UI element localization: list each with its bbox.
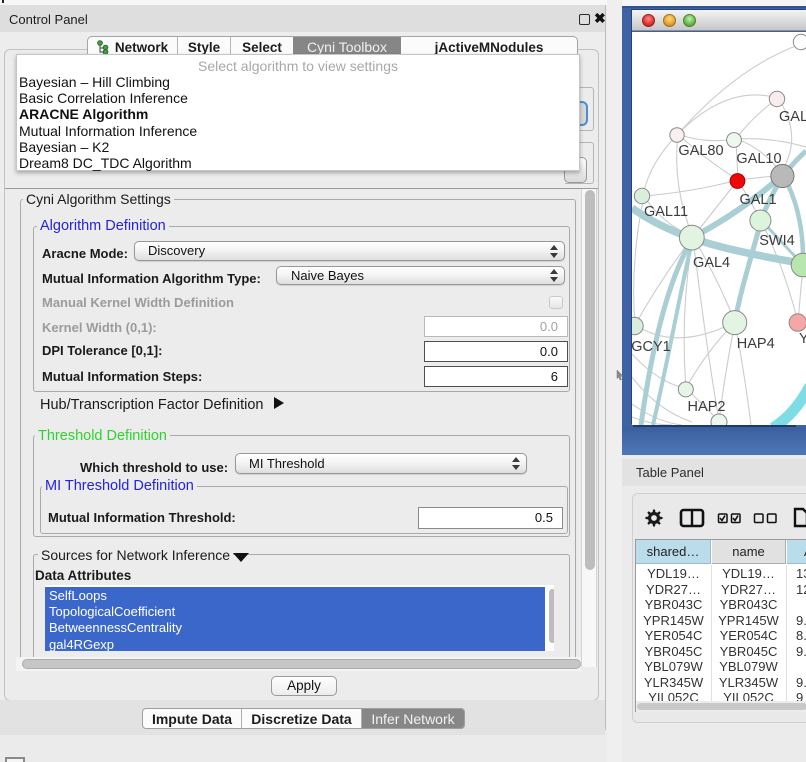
svg-text:SWI4: SWI4 [759, 233, 794, 249]
svg-text:GAL4: GAL4 [693, 255, 730, 271]
svg-text:GAL: GAL [779, 109, 806, 125]
svg-text:GAL11: GAL11 [644, 204, 688, 220]
svg-text:GAL10: GAL10 [736, 151, 781, 167]
svg-text:GCY1: GCY1 [632, 339, 671, 355]
svg-text:Y: Y [799, 331, 806, 347]
svg-text:HAP2: HAP2 [688, 399, 726, 415]
svg-text:HAP4: HAP4 [737, 336, 775, 352]
svg-text:GAL80: GAL80 [678, 143, 723, 159]
svg-text:GAL1: GAL1 [739, 192, 776, 208]
